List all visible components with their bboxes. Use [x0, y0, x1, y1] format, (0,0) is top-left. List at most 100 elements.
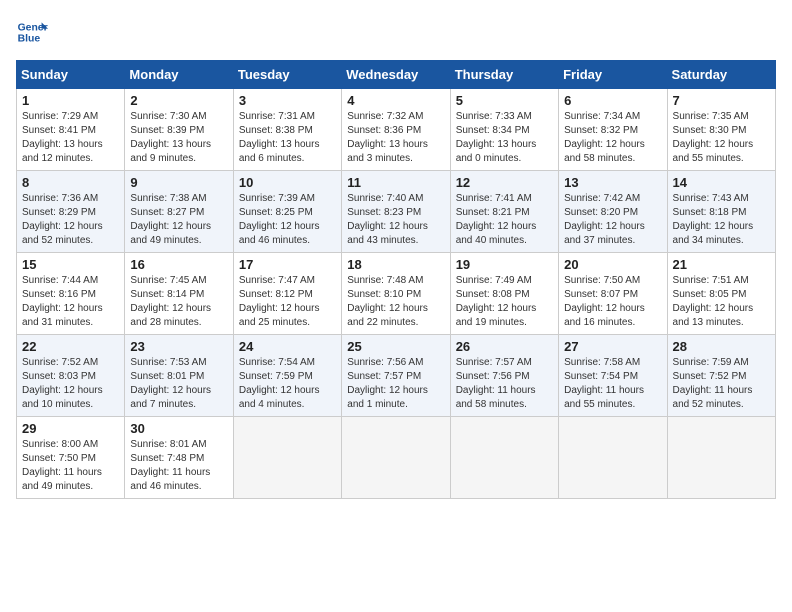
- day-detail: Sunrise: 7:31 AM Sunset: 8:38 PM Dayligh…: [239, 110, 336, 166]
- day-number: 30: [130, 421, 227, 436]
- week-row-3: 15 Sunrise: 7:44 AM Sunset: 8:16 PM Dayli…: [17, 253, 776, 335]
- day-number: 17: [239, 257, 336, 272]
- week-row-4: 22 Sunrise: 7:52 AM Sunset: 8:03 PM Dayli…: [17, 335, 776, 417]
- day-detail: Sunrise: 7:33 AM Sunset: 8:34 PM Dayligh…: [456, 110, 553, 166]
- day-number: 15: [22, 257, 119, 272]
- day-number: 9: [130, 175, 227, 190]
- col-header-sunday: Sunday: [17, 61, 125, 89]
- day-cell: 1 Sunrise: 7:29 AM Sunset: 8:41 PM Daylig…: [17, 89, 125, 171]
- day-detail: Sunrise: 7:44 AM Sunset: 8:16 PM Dayligh…: [22, 274, 119, 330]
- day-number: 29: [22, 421, 119, 436]
- day-number: 21: [673, 257, 770, 272]
- day-number: 24: [239, 339, 336, 354]
- day-cell: 8 Sunrise: 7:36 AM Sunset: 8:29 PM Daylig…: [17, 171, 125, 253]
- day-cell: 16 Sunrise: 7:45 AM Sunset: 8:14 PM Dayli…: [125, 253, 233, 335]
- day-cell: [559, 417, 667, 499]
- day-number: 20: [564, 257, 661, 272]
- day-number: 16: [130, 257, 227, 272]
- col-header-thursday: Thursday: [450, 61, 558, 89]
- day-cell: 19 Sunrise: 7:49 AM Sunset: 8:08 PM Dayli…: [450, 253, 558, 335]
- day-number: 4: [347, 93, 444, 108]
- week-row-5: 29 Sunrise: 8:00 AM Sunset: 7:50 PM Dayli…: [17, 417, 776, 499]
- day-detail: Sunrise: 7:57 AM Sunset: 7:56 PM Dayligh…: [456, 356, 553, 412]
- day-number: 10: [239, 175, 336, 190]
- day-detail: Sunrise: 7:35 AM Sunset: 8:30 PM Dayligh…: [673, 110, 770, 166]
- col-header-tuesday: Tuesday: [233, 61, 341, 89]
- day-detail: Sunrise: 7:32 AM Sunset: 8:36 PM Dayligh…: [347, 110, 444, 166]
- day-number: 6: [564, 93, 661, 108]
- day-detail: Sunrise: 7:40 AM Sunset: 8:23 PM Dayligh…: [347, 192, 444, 248]
- col-header-friday: Friday: [559, 61, 667, 89]
- day-detail: Sunrise: 8:01 AM Sunset: 7:48 PM Dayligh…: [130, 438, 227, 494]
- day-cell: [667, 417, 775, 499]
- day-detail: Sunrise: 7:45 AM Sunset: 8:14 PM Dayligh…: [130, 274, 227, 330]
- day-number: 18: [347, 257, 444, 272]
- day-detail: Sunrise: 7:48 AM Sunset: 8:10 PM Dayligh…: [347, 274, 444, 330]
- day-number: 28: [673, 339, 770, 354]
- day-number: 22: [22, 339, 119, 354]
- day-cell: 17 Sunrise: 7:47 AM Sunset: 8:12 PM Dayli…: [233, 253, 341, 335]
- day-detail: Sunrise: 7:29 AM Sunset: 8:41 PM Dayligh…: [22, 110, 119, 166]
- day-number: 12: [456, 175, 553, 190]
- day-number: 13: [564, 175, 661, 190]
- svg-text:Blue: Blue: [18, 34, 41, 45]
- day-cell: 5 Sunrise: 7:33 AM Sunset: 8:34 PM Daylig…: [450, 89, 558, 171]
- calendar-table: SundayMondayTuesdayWednesdayThursdayFrid…: [16, 60, 776, 499]
- day-cell: 10 Sunrise: 7:39 AM Sunset: 8:25 PM Dayli…: [233, 171, 341, 253]
- col-header-saturday: Saturday: [667, 61, 775, 89]
- day-number: 19: [456, 257, 553, 272]
- logo: General Blue: [16, 16, 52, 48]
- day-cell: 12 Sunrise: 7:41 AM Sunset: 8:21 PM Dayli…: [450, 171, 558, 253]
- day-cell: 14Sunrise: 7:43 AM Sunset: 8:18 PM Dayli…: [667, 171, 775, 253]
- page-header: General Blue: [16, 16, 776, 48]
- day-detail: Sunrise: 7:42 AM Sunset: 8:20 PM Dayligh…: [564, 192, 661, 248]
- day-detail: Sunrise: 7:50 AM Sunset: 8:07 PM Dayligh…: [564, 274, 661, 330]
- day-cell: [233, 417, 341, 499]
- day-cell: 9 Sunrise: 7:38 AM Sunset: 8:27 PM Daylig…: [125, 171, 233, 253]
- day-cell: 29 Sunrise: 8:00 AM Sunset: 7:50 PM Dayli…: [17, 417, 125, 499]
- day-detail: Sunrise: 7:36 AM Sunset: 8:29 PM Dayligh…: [22, 192, 119, 248]
- day-cell: 27Sunrise: 7:58 AM Sunset: 7:54 PM Dayli…: [559, 335, 667, 417]
- week-row-2: 8 Sunrise: 7:36 AM Sunset: 8:29 PM Daylig…: [17, 171, 776, 253]
- day-cell: 11 Sunrise: 7:40 AM Sunset: 8:23 PM Dayli…: [342, 171, 450, 253]
- day-number: 5: [456, 93, 553, 108]
- day-detail: Sunrise: 7:39 AM Sunset: 8:25 PM Dayligh…: [239, 192, 336, 248]
- day-number: 27: [564, 339, 661, 354]
- col-header-monday: Monday: [125, 61, 233, 89]
- day-detail: Sunrise: 7:59 AM Sunset: 7:52 PM Dayligh…: [673, 356, 770, 412]
- day-detail: Sunrise: 7:53 AM Sunset: 8:01 PM Dayligh…: [130, 356, 227, 412]
- day-cell: 21 Sunrise: 7:51 AM Sunset: 8:05 PM Dayli…: [667, 253, 775, 335]
- day-detail: Sunrise: 7:41 AM Sunset: 8:21 PM Dayligh…: [456, 192, 553, 248]
- day-cell: 3Sunrise: 7:31 AM Sunset: 8:38 PM Daylig…: [233, 89, 341, 171]
- day-cell: 18 Sunrise: 7:48 AM Sunset: 8:10 PM Dayli…: [342, 253, 450, 335]
- day-detail: Sunrise: 7:38 AM Sunset: 8:27 PM Dayligh…: [130, 192, 227, 248]
- day-detail: Sunrise: 7:49 AM Sunset: 8:08 PM Dayligh…: [456, 274, 553, 330]
- day-cell: [450, 417, 558, 499]
- day-detail: Sunrise: 8:00 AM Sunset: 7:50 PM Dayligh…: [22, 438, 119, 494]
- day-cell: 6 Sunrise: 7:34 AM Sunset: 8:32 PM Daylig…: [559, 89, 667, 171]
- day-detail: Sunrise: 7:51 AM Sunset: 8:05 PM Dayligh…: [673, 274, 770, 330]
- col-header-wednesday: Wednesday: [342, 61, 450, 89]
- week-row-1: 1 Sunrise: 7:29 AM Sunset: 8:41 PM Daylig…: [17, 89, 776, 171]
- day-cell: 25Sunrise: 7:56 AM Sunset: 7:57 PM Dayli…: [342, 335, 450, 417]
- day-detail: Sunrise: 7:52 AM Sunset: 8:03 PM Dayligh…: [22, 356, 119, 412]
- day-detail: Sunrise: 7:54 AM Sunset: 7:59 PM Dayligh…: [239, 356, 336, 412]
- day-detail: Sunrise: 7:56 AM Sunset: 7:57 PM Dayligh…: [347, 356, 444, 412]
- day-number: 7: [673, 93, 770, 108]
- day-cell: 26 Sunrise: 7:57 AM Sunset: 7:56 PM Dayli…: [450, 335, 558, 417]
- day-detail: Sunrise: 7:34 AM Sunset: 8:32 PM Dayligh…: [564, 110, 661, 166]
- day-cell: 23Sunrise: 7:53 AM Sunset: 8:01 PM Dayli…: [125, 335, 233, 417]
- day-cell: 2Sunrise: 7:30 AM Sunset: 8:39 PM Daylig…: [125, 89, 233, 171]
- day-number: 1: [22, 93, 119, 108]
- day-number: 8: [22, 175, 119, 190]
- day-cell: 30 Sunrise: 8:01 AM Sunset: 7:48 PM Dayli…: [125, 417, 233, 499]
- day-number: 26: [456, 339, 553, 354]
- day-detail: Sunrise: 7:43 AM Sunset: 8:18 PM Dayligh…: [673, 192, 770, 248]
- day-number: 11: [347, 175, 444, 190]
- day-cell: 20 Sunrise: 7:50 AM Sunset: 8:07 PM Dayli…: [559, 253, 667, 335]
- day-cell: 22 Sunrise: 7:52 AM Sunset: 8:03 PM Dayli…: [17, 335, 125, 417]
- day-cell: 15 Sunrise: 7:44 AM Sunset: 8:16 PM Dayli…: [17, 253, 125, 335]
- day-detail: Sunrise: 7:47 AM Sunset: 8:12 PM Dayligh…: [239, 274, 336, 330]
- day-detail: Sunrise: 7:30 AM Sunset: 8:39 PM Dayligh…: [130, 110, 227, 166]
- logo-icon: General Blue: [16, 16, 48, 48]
